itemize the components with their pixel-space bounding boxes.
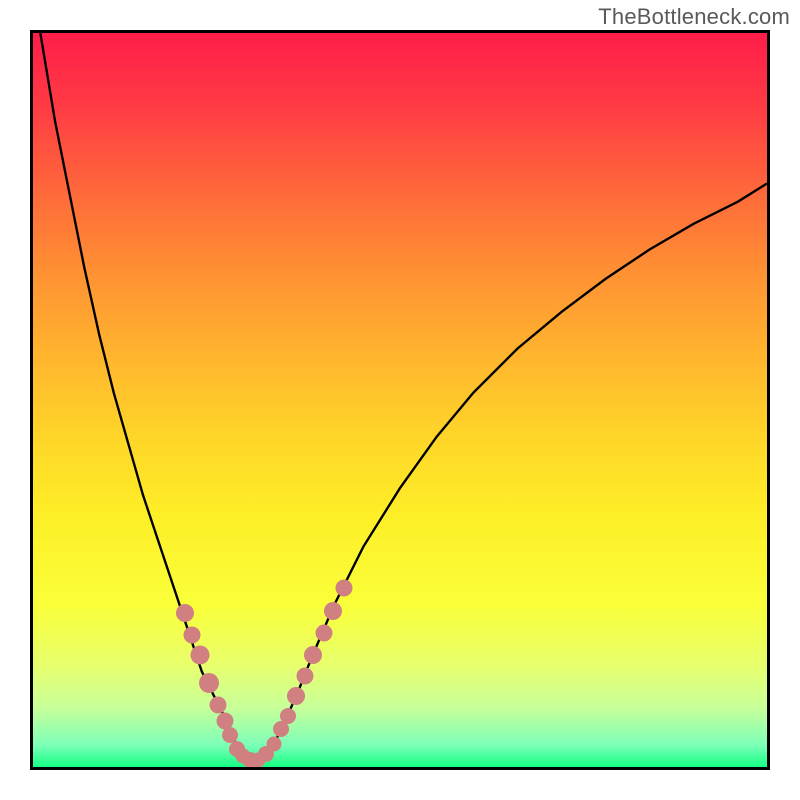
data-point	[280, 708, 296, 724]
data-points-layer	[33, 33, 767, 767]
data-point	[190, 645, 209, 664]
data-point	[199, 673, 219, 693]
data-point	[296, 667, 313, 684]
data-point	[176, 604, 194, 622]
data-point	[287, 687, 305, 705]
plot-area	[30, 30, 770, 770]
watermark-label: TheBottleneck.com	[598, 4, 790, 30]
chart-container: TheBottleneck.com	[0, 0, 800, 800]
data-point	[267, 736, 282, 751]
data-point	[324, 602, 342, 620]
data-point	[304, 646, 322, 664]
data-point	[209, 696, 226, 713]
data-point	[336, 579, 353, 596]
data-point	[315, 625, 332, 642]
data-point	[184, 626, 201, 643]
